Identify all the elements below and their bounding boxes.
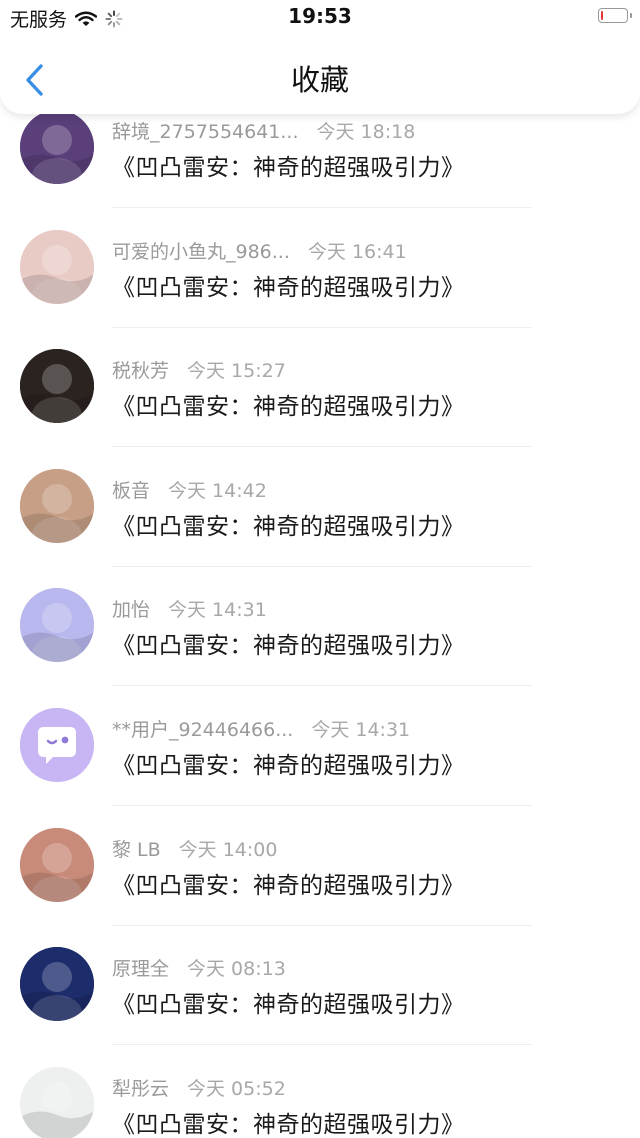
timestamp: 今天 14:00 bbox=[178, 838, 278, 861]
meta-line: 原理全 今天 08:13 bbox=[112, 954, 286, 981]
meta-line: 犁彤云 今天 05:52 bbox=[112, 1074, 286, 1101]
divider bbox=[112, 326, 532, 328]
avatar-image bbox=[20, 229, 94, 304]
avatar[interactable] bbox=[20, 468, 94, 543]
favorite-title[interactable]: 《凹凸雷安：神奇的超强吸引力》 bbox=[112, 387, 465, 421]
avatar-image bbox=[20, 708, 94, 782]
username[interactable]: **用户_92446466... bbox=[112, 719, 293, 741]
timestamp: 今天 14:31 bbox=[311, 719, 411, 741]
avatar-image bbox=[20, 588, 94, 663]
meta-line: 可爱的小鱼丸_986... 今天 16:41 bbox=[112, 237, 407, 264]
timestamp: 今天 05:52 bbox=[187, 1077, 286, 1100]
timestamp: 今天 14:31 bbox=[168, 599, 267, 622]
username[interactable]: 税秋芳 bbox=[112, 360, 169, 382]
avatar[interactable] bbox=[20, 947, 94, 1022]
meta-line: 辞境_2757554641... 今天 18:18 bbox=[112, 117, 415, 144]
status-time: 19:53 bbox=[288, 4, 352, 28]
favorite-title[interactable]: 《凹凸雷安：神奇的超强吸引力》 bbox=[112, 148, 465, 182]
timestamp: 今天 18:18 bbox=[316, 121, 416, 143]
timestamp: 今天 16:41 bbox=[307, 240, 407, 263]
favorite-title[interactable]: 《凹凸雷安：神奇的超强吸引力》 bbox=[112, 985, 465, 1019]
meta-line: 加怡 今天 14:31 bbox=[112, 595, 267, 622]
status-bar: 无服务 19:53 bbox=[0, 0, 640, 34]
avatar-image bbox=[20, 827, 94, 902]
favorite-item[interactable]: 犁彤云 今天 05:52 《凹凸雷安：神奇的超强吸引力》 bbox=[0, 1062, 640, 1138]
avatar-image bbox=[20, 110, 94, 184]
username[interactable]: 板音 bbox=[112, 480, 150, 502]
avatar-image bbox=[20, 1066, 94, 1138]
favorite-item[interactable]: **用户_92446466... 今天 14:31 《凹凸雷安：神奇的超强吸引力》 bbox=[0, 703, 640, 823]
avatar[interactable] bbox=[20, 229, 94, 304]
meta-line: 黎 LB 今天 14:00 bbox=[112, 835, 277, 862]
favorite-item[interactable]: 税秋芳 今天 15:27 《凹凸雷安：神奇的超强吸引力》 bbox=[0, 344, 640, 464]
divider bbox=[112, 685, 532, 687]
favorite-title[interactable]: 《凹凸雷安：神奇的超强吸引力》 bbox=[112, 626, 465, 660]
page-title: 收藏 bbox=[290, 63, 349, 97]
meta-line: 板音 今天 14:42 bbox=[112, 476, 267, 503]
divider bbox=[112, 207, 532, 208]
timestamp: 今天 15:27 bbox=[187, 360, 286, 383]
avatar[interactable] bbox=[20, 1066, 94, 1138]
favorite-item[interactable]: 黎 LB 今天 14:00 《凹凸雷安：神奇的超强吸引力》 bbox=[0, 823, 640, 943]
divider bbox=[112, 805, 532, 806]
avatar[interactable] bbox=[20, 827, 94, 902]
favorite-title[interactable]: 《凹凸雷安：神奇的超强吸引力》 bbox=[112, 746, 465, 780]
meta-line: 税秋芳 今天 15:27 bbox=[112, 356, 286, 383]
favorite-title[interactable]: 《凹凸雷安：神奇的超强吸引力》 bbox=[112, 866, 465, 900]
favorite-item[interactable]: 可爱的小鱼丸_986... 今天 16:41 《凹凸雷安：神奇的超强吸引力》 bbox=[0, 225, 640, 345]
divider bbox=[112, 446, 532, 448]
avatar[interactable] bbox=[20, 349, 94, 424]
meta-line: **用户_92446466... 今天 14:31 bbox=[112, 715, 410, 742]
divider bbox=[112, 924, 532, 926]
screen: 辞境_2757554641... 今天 18:18 《凹凸雷安：神奇的超强吸引力》可… bbox=[0, 0, 640, 1138]
timestamp: 今天 08:13 bbox=[187, 958, 286, 981]
avatar[interactable] bbox=[20, 708, 94, 782]
battery-level bbox=[601, 11, 603, 20]
favorite-item[interactable]: 加怡 今天 14:31 《凹凸雷安：神奇的超强吸引力》 bbox=[0, 583, 640, 703]
favorite-title[interactable]: 《凹凸雷安：神奇的超强吸引力》 bbox=[112, 1105, 465, 1138]
avatar-image bbox=[20, 468, 94, 543]
favorite-title[interactable]: 《凹凸雷安：神奇的超强吸引力》 bbox=[112, 268, 465, 302]
favorite-item[interactable]: 辞境_2757554641... 今天 18:18 《凹凸雷安：神奇的超强吸引力》 bbox=[0, 105, 640, 225]
username[interactable]: 加怡 bbox=[112, 599, 150, 621]
username[interactable]: 黎 LB bbox=[112, 839, 161, 861]
username[interactable]: 犁彤云 bbox=[112, 1078, 169, 1100]
divider bbox=[112, 565, 532, 567]
favorite-title[interactable]: 《凹凸雷安：神奇的超强吸引力》 bbox=[112, 507, 465, 541]
divider bbox=[112, 1044, 532, 1046]
avatar[interactable] bbox=[20, 110, 94, 184]
username[interactable]: 辞境_2757554641... bbox=[112, 121, 299, 143]
avatar-image bbox=[20, 947, 94, 1022]
avatar-image bbox=[20, 349, 94, 424]
battery-icon bbox=[598, 8, 632, 23]
favorite-item[interactable]: 板音 今天 14:42 《凹凸雷安：神奇的超强吸引力》 bbox=[0, 464, 640, 584]
favorite-item[interactable]: 原理全 今天 08:13 《凹凸雷安：神奇的超强吸引力》 bbox=[0, 942, 640, 1062]
timestamp: 今天 14:42 bbox=[168, 479, 267, 502]
avatar[interactable] bbox=[20, 588, 94, 663]
username[interactable]: 原理全 bbox=[112, 958, 169, 980]
username[interactable]: 可爱的小鱼丸_986... bbox=[112, 241, 290, 263]
